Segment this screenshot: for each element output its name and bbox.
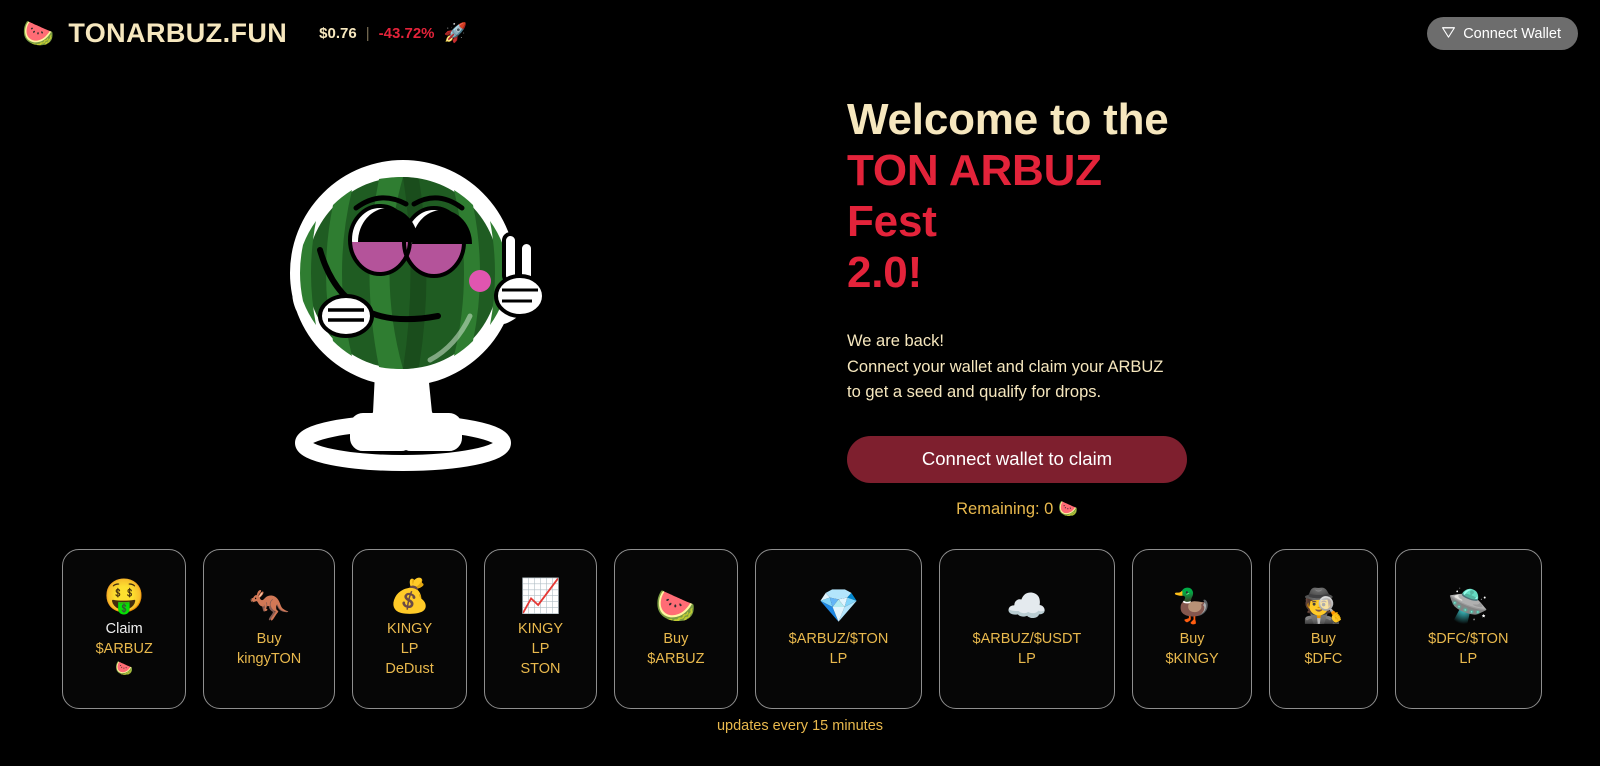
watermelon-mascot [248,138,558,478]
price-ticker: $0.76 | -43.72% 🚀 [319,24,467,43]
connect-wallet-button[interactable]: Connect Wallet [1427,17,1578,50]
card-buy-kingyton[interactable]: 🦘 Buy kingyTON [203,549,335,709]
card-label: Buy $DFC [1304,630,1343,667]
footer-note: updates every 15 minutes [716,718,884,734]
watermelon-icon: 🍉 [1057,500,1078,518]
hero-section: Welcome to the TON ARBUZ Fest 2.0! We ar… [0,66,1600,536]
card-label: $ARBUZ/$USDT LP [972,630,1082,667]
hero-heading-line3: 2.0! [847,248,923,298]
watermelon-icon: 🍉 [22,18,55,48]
page-title: TONARBUZ.FUN [68,17,288,48]
card-label: Buy $ARBUZ [647,630,705,667]
hero-heading-line2: TON ARBUZ Fest [847,146,1102,247]
detective-icon: 🕵️ [1302,587,1344,625]
brand-row: 🍉 TONARBUZ.FUN $0.76 | -43.72% 🚀 [22,18,467,49]
card-arbuz-usdt-lp[interactable]: ☁️ $ARBUZ/$USDT LP [938,549,1115,709]
money-bag-icon: 💰 [389,577,431,615]
app-header: 🍉 TONARBUZ.FUN $0.76 | -43.72% 🚀 [0,0,1600,66]
hero-subtext-line1: We are back! [847,332,944,351]
hero-subtext-line3: to get a seed and qualify for drops. [847,383,1102,402]
kangaroo-icon: 🦘 [248,587,290,625]
card-buy-kingy[interactable]: 🦆 Buy $KINGY [1131,549,1253,709]
rocket-space-icon: 🛸 [1447,587,1489,625]
card-label: KINGY LP STON [517,620,564,677]
card-label: Buy kingyTON [237,630,302,667]
hero-subtext: We are back! Connect your wallet and cla… [847,329,1197,406]
ticker-change: -43.72% [378,24,435,42]
rocket-icon: 🚀 [443,22,468,44]
card-kingy-lp-dedust[interactable]: 💰 KINGY LP DeDust [351,549,468,709]
card-dfc-ton-lp[interactable]: 🛸 $DFC/$TON LP [1394,549,1543,709]
card-label: Buy $KINGY [1165,630,1219,667]
connect-wallet-to-claim-button[interactable]: Connect wallet to claim [847,435,1187,483]
money-duck-icon: 🤑 [103,577,145,615]
card-label: $DFC/$TON LP [1428,630,1509,667]
hero-heading-line1: Welcome to the [847,95,1169,144]
connect-wallet-label: Connect Wallet [1463,25,1561,42]
card-claim-arbuz[interactable]: 🤑 Claim $ARBUZ 🍉 [62,549,187,709]
chart-increasing-icon: 📈 [519,577,562,615]
card-buy-arbuz[interactable]: 🍉 Buy $ARBUZ [613,549,739,709]
card-label: Claim $ARBUZ 🍉 [95,620,153,677]
watermelon-slice-icon: 🍉 [655,587,697,625]
card-buy-dfc[interactable]: 🕵️ Buy $DFC [1269,549,1378,709]
cool-duck-icon: 🦆 [1171,587,1213,625]
card-kingy-lp-ston[interactable]: 📈 KINGY LP STON [484,549,597,709]
remaining-label: Remaining: 0 [956,499,1054,518]
card-label: KINGY LP DeDust [385,620,434,677]
cloud-creature-icon: ☁️ [1006,587,1048,625]
card-label: $ARBUZ/$TON LP [788,630,889,667]
hero-copy: Welcome to the TON ARBUZ Fest 2.0! We ar… [847,94,1197,519]
gem-icon: 💎 [817,587,860,625]
ticker-price: $0.76 [319,24,357,42]
remaining-status: Remaining: 0 🍉 [847,499,1187,519]
card-arbuz-ton-lp[interactable]: 💎 $ARBUZ/$TON LP [755,549,922,709]
ton-diamond-icon [1441,24,1456,43]
action-card-row: 🤑 Claim $ARBUZ 🍉 🦘 Buy kingyTON 💰 KINGY LP… [62,549,1543,709]
ticker-separator: | [365,24,370,42]
hero-subtext-line2: Connect your wallet and claim your ARBUZ [847,357,1164,376]
